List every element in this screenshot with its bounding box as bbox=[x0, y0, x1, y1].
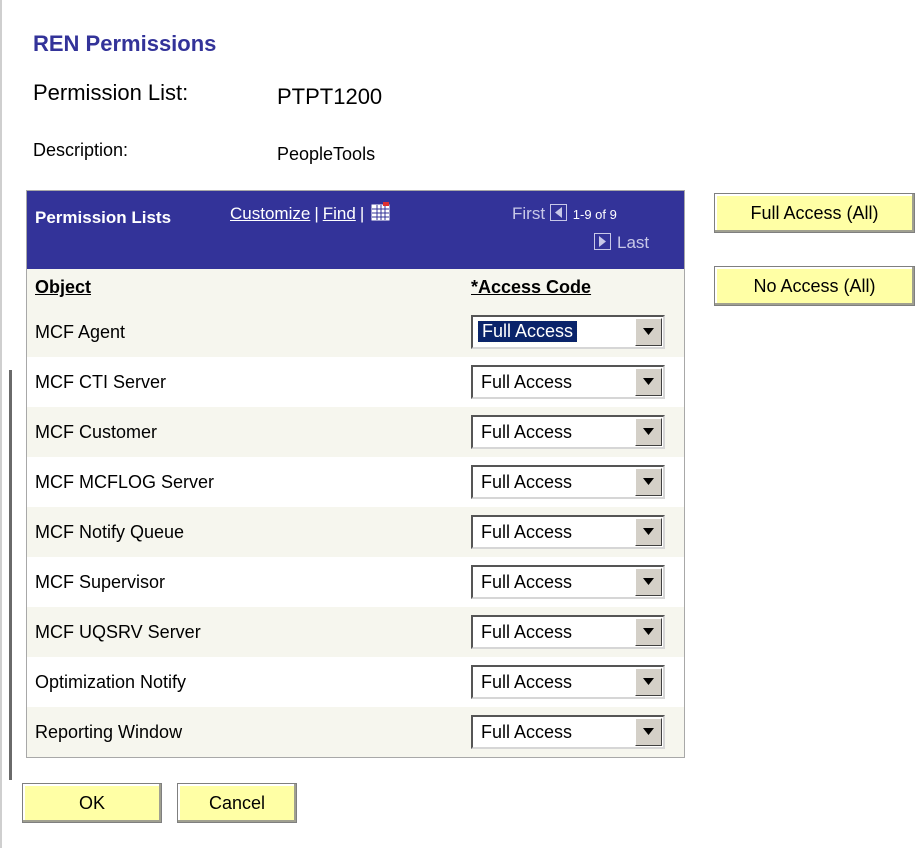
ok-button[interactable]: OK bbox=[22, 783, 162, 823]
grid-header: Permission Lists Customize | Find | First 1… bbox=[27, 191, 684, 269]
table-row: MCF MCFLOG Server Full Access bbox=[27, 457, 684, 507]
link-separator: | bbox=[359, 204, 365, 223]
object-name: MCF Agent bbox=[35, 322, 126, 342]
table-row: MCF Agent Full Access bbox=[27, 307, 684, 357]
object-name: MCF UQSRV Server bbox=[35, 622, 201, 642]
table-row: MCF Customer Full Access bbox=[27, 407, 684, 457]
table-row: Reporting Window Full Access bbox=[27, 707, 684, 757]
access-code-select[interactable]: Full Access bbox=[471, 665, 665, 699]
full-access-all-button[interactable]: Full Access (All) bbox=[714, 193, 915, 233]
window-scrollbar-edge bbox=[9, 370, 12, 780]
access-code-value: Full Access bbox=[481, 672, 573, 692]
download-to-spreadsheet-icon[interactable] bbox=[371, 202, 391, 227]
access-code-value: Full Access bbox=[481, 622, 573, 642]
access-code-select[interactable]: Full Access bbox=[471, 365, 665, 399]
access-code-value: Full Access bbox=[481, 522, 573, 542]
access-code-select[interactable]: Full Access bbox=[471, 565, 665, 599]
object-name: MCF Supervisor bbox=[35, 572, 166, 592]
access-code-select[interactable]: Full Access bbox=[471, 615, 665, 649]
cancel-button[interactable]: Cancel bbox=[177, 783, 297, 823]
permission-list-label: Permission List: bbox=[33, 80, 189, 105]
chevron-down-icon[interactable] bbox=[635, 618, 662, 646]
arrow-left-icon[interactable] bbox=[549, 204, 567, 221]
description-label: Description: bbox=[33, 140, 129, 160]
object-name: Optimization Notify bbox=[35, 672, 187, 692]
access-code-value: Full Access bbox=[481, 422, 573, 442]
page-title: REN Permissions bbox=[33, 31, 217, 56]
grid-links: Customize | Find | bbox=[230, 202, 391, 227]
chevron-down-icon[interactable] bbox=[635, 518, 662, 546]
object-name: MCF Customer bbox=[35, 422, 158, 442]
table-row: Optimization Notify Full Access bbox=[27, 657, 684, 707]
access-code-select[interactable]: Full Access bbox=[471, 465, 665, 499]
access-code-select[interactable]: Full Access bbox=[471, 715, 665, 749]
access-code-value: Full Access bbox=[481, 722, 573, 742]
object-name: MCF MCFLOG Server bbox=[35, 472, 215, 492]
access-code-value: Full Access bbox=[481, 372, 573, 392]
chevron-down-icon[interactable] bbox=[635, 318, 662, 346]
no-access-all-button[interactable]: No Access (All) bbox=[714, 266, 915, 306]
chevron-down-icon[interactable] bbox=[635, 418, 662, 446]
grid-nav-top: First 1-9 of 9 bbox=[512, 204, 617, 224]
access-code-select[interactable]: Full Access bbox=[471, 315, 665, 349]
access-code-value: Full Access bbox=[481, 472, 573, 492]
table-row: MCF Supervisor Full Access bbox=[27, 557, 684, 607]
column-header-access-code[interactable]: *Access Code bbox=[471, 277, 591, 298]
table-row: MCF Notify Queue Full Access bbox=[27, 507, 684, 557]
chevron-down-icon[interactable] bbox=[635, 468, 662, 496]
find-link[interactable]: Find bbox=[323, 204, 356, 223]
access-code-value: Full Access bbox=[476, 320, 579, 343]
customize-link[interactable]: Customize bbox=[230, 204, 310, 223]
nav-first-label: First bbox=[512, 204, 546, 223]
grid-title: Permission Lists bbox=[35, 208, 172, 227]
chevron-down-icon[interactable] bbox=[635, 668, 662, 696]
grid-nav-bottom: Last bbox=[594, 233, 649, 253]
chevron-down-icon[interactable] bbox=[635, 718, 662, 746]
link-separator: | bbox=[314, 204, 319, 223]
object-name: MCF CTI Server bbox=[35, 372, 167, 392]
permission-lists-grid: Permission Lists Customize | Find | First 1… bbox=[26, 190, 685, 758]
nav-range: 1-9 of 9 bbox=[572, 207, 617, 222]
access-code-value: Full Access bbox=[481, 572, 573, 592]
chevron-down-icon[interactable] bbox=[635, 368, 662, 396]
permission-list-value: PTPT1200 bbox=[277, 84, 383, 109]
nav-last-label: Last bbox=[617, 233, 650, 252]
description-value: PeopleTools bbox=[277, 144, 376, 164]
access-code-select[interactable]: Full Access bbox=[471, 515, 665, 549]
table-row: MCF UQSRV Server Full Access bbox=[27, 607, 684, 657]
arrow-right-icon[interactable] bbox=[594, 233, 611, 250]
object-name: MCF Notify Queue bbox=[35, 522, 185, 542]
chevron-down-icon[interactable] bbox=[635, 568, 662, 596]
access-code-select[interactable]: Full Access bbox=[471, 415, 665, 449]
object-name: Reporting Window bbox=[35, 722, 183, 742]
table-row: MCF CTI Server Full Access bbox=[27, 357, 684, 407]
column-header-object[interactable]: Object bbox=[35, 277, 91, 298]
window-left-border bbox=[0, 0, 2, 848]
